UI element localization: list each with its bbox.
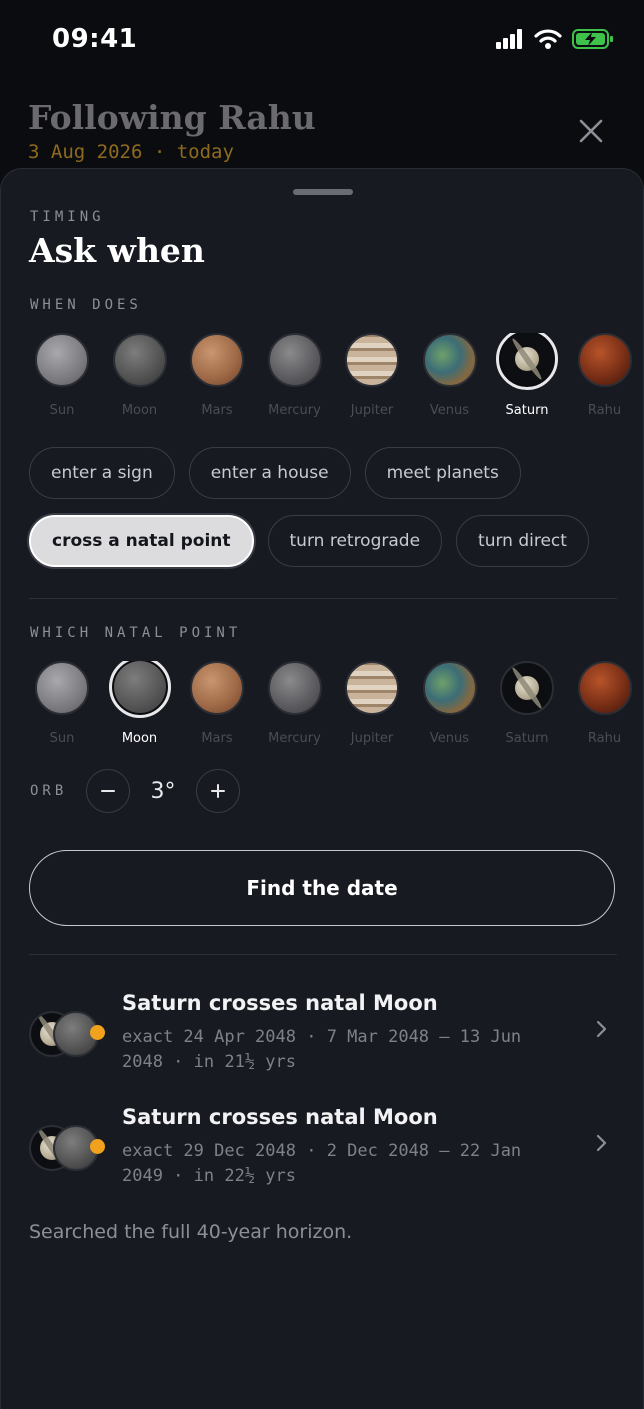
planet-label: Jupiter xyxy=(350,403,394,418)
planet-label: Venus xyxy=(429,731,470,746)
chip-turn-retrograde[interactable]: turn retrograde xyxy=(267,515,443,567)
chip-enter-house[interactable]: enter a house xyxy=(188,447,351,499)
event-chips-row-2: cross a natal point turn retrograde turn… xyxy=(29,515,589,567)
result-title: Saturn crosses natal Moon xyxy=(122,1105,438,1129)
minus-icon xyxy=(101,790,115,792)
mars-icon xyxy=(190,333,244,387)
planet-label: Moon xyxy=(121,403,158,418)
planet-label: Rahu xyxy=(587,403,622,418)
result-row[interactable]: Saturn crosses natal Moon exact 29 Dec 2… xyxy=(29,1105,617,1201)
planet-label: Sun xyxy=(49,731,75,746)
chip-cross-natal-point[interactable]: cross a natal point xyxy=(29,515,254,567)
transit-planet-mars[interactable]: Mars xyxy=(180,333,254,418)
close-icon[interactable] xyxy=(576,116,606,146)
transit-planet-rahu[interactable]: Rahu xyxy=(568,333,642,418)
planet-label: Saturn xyxy=(505,403,549,418)
moon-icon xyxy=(112,333,167,387)
sheet-title: Ask when xyxy=(29,231,205,270)
planet-label: Mars xyxy=(201,403,233,418)
moon-icon xyxy=(108,661,171,718)
natal-planet-venus[interactable]: Venus xyxy=(413,661,487,746)
event-chips-row-1: enter a sign enter a house meet planets xyxy=(29,447,521,499)
planet-label: Mars xyxy=(201,731,233,746)
natal-planet-jupiter[interactable]: Jupiter xyxy=(335,661,409,746)
transit-planet-mercury[interactable]: Mercury xyxy=(258,333,332,418)
transit-planet-venus[interactable]: Venus xyxy=(413,333,487,418)
transit-planet-moon[interactable]: Moon xyxy=(103,333,177,418)
chevron-right-icon xyxy=(596,1020,607,1038)
orb-control: ORB 3° xyxy=(30,769,240,813)
result-title: Saturn crosses natal Moon xyxy=(122,991,438,1015)
rahu-icon xyxy=(577,661,632,715)
mars-icon xyxy=(190,661,244,715)
orb-value: 3° xyxy=(150,778,176,804)
orb-increase-button[interactable] xyxy=(196,769,240,813)
divider xyxy=(29,598,617,599)
result-avatars xyxy=(29,1011,105,1063)
planet-label: Mercury xyxy=(268,731,321,746)
natal-planet-rahu[interactable]: Rahu xyxy=(568,661,642,746)
planet-label: Moon xyxy=(121,731,158,746)
saturn-icon xyxy=(500,661,554,715)
when-does-label: WHEN DOES xyxy=(30,297,142,313)
mercury-icon xyxy=(267,333,322,387)
status-time: 09:41 xyxy=(52,24,138,54)
venus-icon xyxy=(422,661,477,715)
jupiter-icon xyxy=(345,333,399,387)
orb-decrease-button[interactable] xyxy=(86,769,130,813)
sheet-grabber[interactable] xyxy=(293,189,353,195)
background-subtitle: 3 Aug 2026 · today xyxy=(28,141,234,163)
planet-label: Saturn xyxy=(505,731,549,746)
natal-planet-mars[interactable]: Mars xyxy=(180,661,254,746)
result-row[interactable]: Saturn crosses natal Moon exact 24 Apr 2… xyxy=(29,991,617,1087)
natal-planet-mercury[interactable]: Mercury xyxy=(258,661,332,746)
signal-icon xyxy=(496,29,522,49)
result-detail: exact 24 Apr 2048 · 7 Mar 2048 – 13 Jun … xyxy=(122,1027,522,1072)
natal-planet-sun[interactable]: Sun xyxy=(25,661,99,746)
natal-planet-saturn[interactable]: Saturn xyxy=(490,661,564,746)
divider xyxy=(29,954,617,955)
venus-icon xyxy=(422,333,477,387)
saturn-icon xyxy=(496,333,558,390)
natal-planet-moon[interactable]: Moon xyxy=(103,661,177,746)
sun-icon xyxy=(35,333,89,387)
status-icons xyxy=(496,28,614,50)
battery-charging-icon xyxy=(572,29,613,49)
status-dot xyxy=(90,1139,105,1154)
which-natal-point-label: WHICH NATAL POINT xyxy=(30,625,242,641)
status-dot xyxy=(90,1025,105,1040)
search-footer-note: Searched the full 40-year horizon. xyxy=(29,1221,353,1243)
plus-icon xyxy=(211,784,225,798)
planet-label: Mercury xyxy=(268,403,321,418)
background-title: Following Rahu xyxy=(28,98,316,137)
mercury-icon xyxy=(267,661,322,715)
rahu-icon xyxy=(577,333,632,387)
find-date-button[interactable]: Find the date xyxy=(29,850,615,926)
result-detail: exact 29 Dec 2048 · 2 Dec 2048 – 22 Jan … xyxy=(122,1141,522,1186)
transit-planet-picker: Sun Moon Mars Mercury Jupiter Venus Saturn Rahu xyxy=(1,333,643,423)
transit-planet-jupiter[interactable]: Jupiter xyxy=(335,333,409,418)
planet-label: Jupiter xyxy=(350,731,394,746)
status-bar: 09:41 xyxy=(0,0,644,80)
planet-label: Venus xyxy=(429,403,470,418)
timing-sheet: TIMING Ask when WHEN DOES Sun Moon Mars Mer… xyxy=(0,168,644,1409)
jupiter-icon xyxy=(345,661,399,715)
transit-planet-sun[interactable]: Sun xyxy=(25,333,99,418)
natal-point-picker: Sun Moon Mars Mercury Jupiter Venus Saturn Rahu xyxy=(1,661,643,751)
result-avatars xyxy=(29,1125,105,1177)
planet-label: Sun xyxy=(49,403,75,418)
chevron-right-icon xyxy=(596,1134,607,1152)
chip-enter-sign[interactable]: enter a sign xyxy=(29,447,175,499)
transit-planet-saturn[interactable]: Saturn xyxy=(490,333,564,418)
chip-turn-direct[interactable]: turn direct xyxy=(456,515,589,567)
planet-label: Rahu xyxy=(587,731,622,746)
orb-label: ORB xyxy=(30,783,68,799)
sun-icon xyxy=(35,661,89,715)
chip-meet-planets[interactable]: meet planets xyxy=(364,447,521,499)
sheet-eyebrow: TIMING xyxy=(30,209,105,225)
wifi-icon xyxy=(534,29,562,49)
